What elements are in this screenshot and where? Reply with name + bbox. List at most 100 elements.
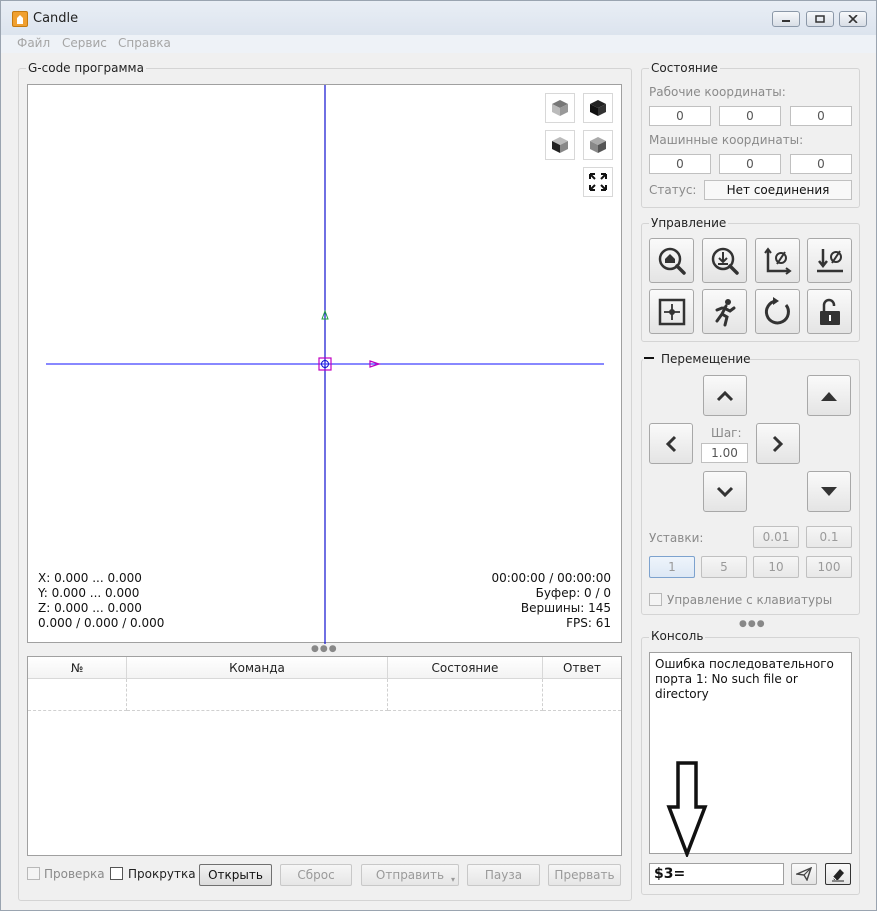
presets-label: Уставки:: [649, 531, 704, 545]
view-front-button[interactable]: [583, 93, 613, 123]
preset-0.01-button[interactable]: 0.01: [753, 526, 799, 548]
visualizer-canvas: [46, 85, 604, 644]
send-button[interactable]: Отправить ▾: [361, 864, 459, 886]
dropdown-arrow-icon: ▾: [450, 875, 455, 884]
preset-100-button[interactable]: 100: [806, 556, 852, 578]
view-iso-button[interactable]: [583, 130, 613, 160]
work-y-field: 0: [719, 106, 781, 126]
probe-icon: [711, 247, 739, 275]
visualizer-viewport[interactable]: X: 0.000 ... 0.000 Y: 0.000 ... 0.000 Z:…: [27, 84, 622, 644]
table-cell[interactable]: [28, 679, 127, 711]
work-coords-label: Рабочие координаты:: [649, 85, 786, 99]
reset-device-button[interactable]: [755, 289, 800, 334]
menu-help[interactable]: Справка: [118, 36, 171, 50]
step-input[interactable]: 1.00: [701, 443, 748, 463]
column-number[interactable]: №: [28, 657, 127, 679]
chevron-down-icon: [716, 486, 734, 497]
open-button[interactable]: Открыть: [199, 864, 272, 886]
machine-x-field: 0: [649, 154, 711, 174]
status-label: Статус:: [649, 183, 697, 197]
jog-y-plus-button[interactable]: [703, 375, 747, 416]
jog-title: Перемещение: [661, 352, 751, 366]
gcode-program-title: G-code программа: [26, 61, 146, 75]
column-state[interactable]: Состояние: [388, 657, 543, 679]
probe-button[interactable]: [702, 238, 747, 283]
bounds-size: 0.000 / 0.000 / 0.000: [38, 616, 165, 630]
preset-0.1-button[interactable]: 0.1: [806, 526, 852, 548]
menu-file[interactable]: Файл: [17, 36, 50, 50]
clear-console-button[interactable]: [825, 863, 851, 885]
table-cell[interactable]: [127, 679, 388, 711]
bounds-x: X: 0.000 ... 0.000: [38, 571, 142, 585]
restore-origin-button[interactable]: [649, 289, 694, 334]
keyboard-control-checkbox[interactable]: [649, 593, 662, 606]
close-button[interactable]: [839, 11, 867, 27]
console-splitter-handle[interactable]: ●●●: [739, 619, 766, 629]
restore-origin-icon: [658, 298, 685, 325]
program-table[interactable]: № Команда Состояние Ответ: [27, 656, 622, 856]
collapse-dash-icon[interactable]: [644, 357, 654, 359]
triangle-up-icon: [821, 391, 837, 401]
abort-button[interactable]: Прервать: [548, 864, 621, 886]
chevron-up-icon: [716, 390, 734, 401]
triangle-down-icon: [821, 486, 837, 496]
unlock-button[interactable]: [807, 289, 852, 334]
preset-5-button[interactable]: 5: [701, 556, 747, 578]
machine-coords-label: Машинные координаты:: [649, 133, 804, 147]
chevron-right-icon: [772, 435, 784, 452]
time-info: 00:00:00 / 00:00:00: [491, 571, 611, 585]
home-button[interactable]: [649, 238, 694, 283]
status-value: Нет соединения: [704, 180, 852, 200]
cube-front-icon: [590, 100, 606, 116]
preset-1-button[interactable]: 1: [649, 556, 695, 578]
command-input[interactable]: [649, 863, 784, 885]
view-left-button[interactable]: [545, 130, 575, 160]
send-button-label: Отправить: [375, 868, 445, 882]
table-cell[interactable]: [543, 679, 621, 711]
splitter-handle[interactable]: ●●●: [311, 644, 338, 654]
down-arrow-annotation-icon: [666, 761, 708, 857]
zero-z-button[interactable]: [807, 238, 852, 283]
maximize-button[interactable]: [806, 11, 834, 27]
autoscroll-checkbox[interactable]: [110, 867, 123, 880]
preset-10-button[interactable]: 10: [753, 556, 799, 578]
jog-z-plus-button[interactable]: [807, 375, 851, 416]
check-mode-checkbox[interactable]: [27, 867, 40, 880]
table-cell[interactable]: [388, 679, 543, 711]
home-icon: [658, 247, 686, 275]
jog-y-minus-button[interactable]: [703, 471, 747, 512]
step-label: Шаг:: [711, 426, 742, 440]
reset-icon: [764, 296, 790, 324]
column-command[interactable]: Команда: [127, 657, 388, 679]
running-man-icon: [715, 298, 735, 326]
reset-button[interactable]: Сброс: [280, 864, 352, 886]
keyboard-control-label: Управление с клавиатуры: [667, 593, 833, 607]
safe-position-button[interactable]: [702, 289, 747, 334]
bounds-info: X: 0.000 ... 0.000 Y: 0.000 ... 0.000 Z:…: [38, 571, 164, 631]
jog-x-plus-button[interactable]: [756, 423, 800, 464]
menu-service[interactable]: Сервис: [62, 36, 107, 50]
unlock-icon: [819, 298, 840, 325]
minimize-button[interactable]: [772, 11, 800, 27]
buffer-info: Буфер: 0 / 0: [535, 586, 611, 600]
vertices-info: Вершины: 145: [520, 601, 611, 615]
column-response[interactable]: Ответ: [543, 657, 621, 679]
jog-z-minus-button[interactable]: [807, 471, 851, 512]
menu-bar: Файл Сервис Справка: [1, 35, 876, 53]
bounds-z: Z: 0.000 ... 0.000: [38, 601, 142, 615]
stats-info: 00:00:00 / 00:00:00 Буфер: 0 / 0 Вершины…: [492, 571, 611, 631]
candle-app-icon: [12, 11, 28, 27]
send-command-button[interactable]: [791, 863, 817, 885]
autoscroll-label: Прокрутка: [128, 867, 196, 881]
jog-x-minus-button[interactable]: [649, 423, 693, 464]
zero-xy-button[interactable]: [755, 238, 800, 283]
view-top-button[interactable]: [545, 93, 575, 123]
machine-y-field: 0: [719, 154, 781, 174]
zero-z-icon: [816, 248, 843, 272]
control-title: Управление: [649, 216, 729, 230]
pause-button[interactable]: Пауза: [467, 864, 540, 886]
paper-plane-icon: [796, 867, 812, 881]
expand-icon: [589, 173, 607, 191]
fit-view-button[interactable]: [583, 167, 613, 197]
cube-top-icon: [552, 100, 568, 116]
